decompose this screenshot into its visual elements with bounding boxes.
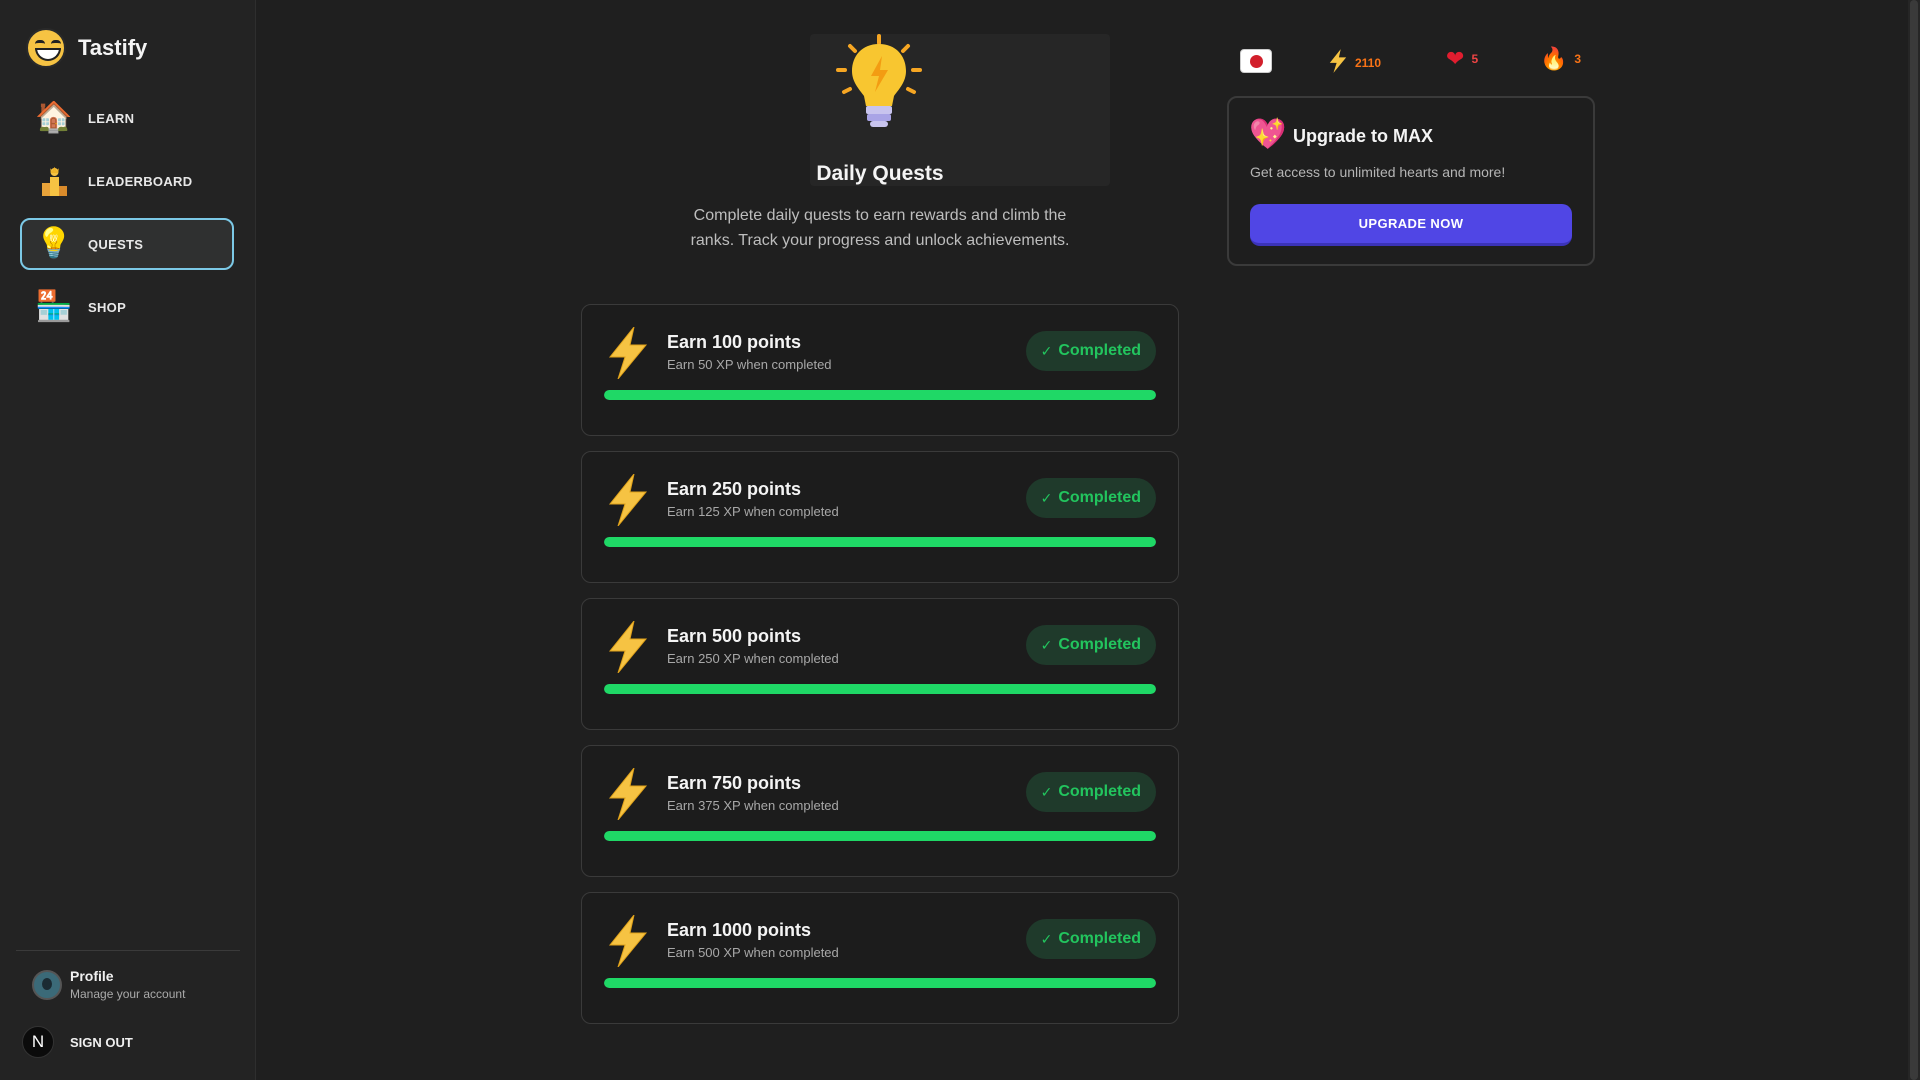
flame-icon: 🔥 bbox=[1540, 46, 1568, 71]
user-stats: 2110 ❤ 5 🔥 3 bbox=[1240, 46, 1600, 76]
sidebar-item-label: SHOP bbox=[88, 299, 127, 315]
progress-bar bbox=[604, 684, 1156, 694]
lightning-icon bbox=[606, 767, 650, 821]
quest-subtitle: Earn 50 XP when completed bbox=[667, 357, 832, 372]
house-icon: 🏠 bbox=[35, 101, 73, 134]
progress-fill bbox=[604, 537, 1156, 547]
points-stat[interactable]: 2110 bbox=[1328, 48, 1381, 78]
status-badge: ✓ Completed bbox=[1025, 919, 1156, 959]
hearts-value: 5 bbox=[1471, 52, 1479, 66]
n-logo-icon: N bbox=[22, 1026, 54, 1058]
brand[interactable]: Tastify bbox=[26, 28, 147, 68]
lightning-icon bbox=[1328, 48, 1348, 78]
streak-value: 3 bbox=[1574, 52, 1582, 66]
check-icon: ✓ bbox=[1040, 930, 1053, 947]
status-badge-label: Completed bbox=[1058, 489, 1141, 506]
lightning-icon bbox=[606, 620, 650, 674]
hearts-stat[interactable]: ❤ 5 bbox=[1446, 48, 1478, 70]
sidebar-item-shop[interactable]: 🏪 SHOP bbox=[20, 281, 234, 333]
check-icon: ✓ bbox=[1040, 636, 1053, 653]
progress-fill bbox=[604, 831, 1156, 841]
progress-bar bbox=[604, 831, 1156, 841]
quest-card: Earn 750 points Earn 375 XP when complet… bbox=[581, 745, 1179, 877]
quest-title: Earn 750 points bbox=[667, 773, 802, 793]
upgrade-button[interactable]: UPGRADE NOW bbox=[1250, 204, 1572, 246]
quest-subtitle: Earn 500 XP when completed bbox=[667, 945, 839, 960]
sidebar-item-learn[interactable]: 🏠 LEARN bbox=[20, 92, 234, 144]
store-icon: 🏪 bbox=[35, 290, 73, 323]
progress-fill bbox=[604, 390, 1156, 400]
page-description: Complete daily quests to earn rewards an… bbox=[690, 207, 1070, 249]
lightning-icon bbox=[606, 473, 650, 527]
sidebar-item-label: QUESTS bbox=[88, 236, 144, 252]
upgrade-description: Get access to unlimited hearts and more! bbox=[1250, 164, 1506, 180]
heart-icon: ❤ bbox=[1446, 46, 1465, 71]
upgrade-title: Upgrade to MAX bbox=[1293, 126, 1434, 146]
scrollbar[interactable] bbox=[1908, 0, 1920, 1080]
lightning-icon bbox=[606, 914, 650, 968]
sidebar-item-quests[interactable]: 💡 QUESTS bbox=[20, 218, 234, 270]
status-badge-label: Completed bbox=[1058, 783, 1141, 800]
page-title: Daily Quests bbox=[816, 162, 944, 185]
logo-icon bbox=[26, 28, 66, 68]
profile-link[interactable]: Profile Manage your account bbox=[32, 968, 185, 1001]
status-badge: ✓ Completed bbox=[1025, 625, 1156, 665]
status-badge-label: Completed bbox=[1058, 636, 1141, 653]
sidebar-item-label: LEARN bbox=[88, 110, 135, 126]
quest-title: Earn 1000 points bbox=[667, 920, 812, 940]
sidebar-item-leaderboard[interactable]: LEADERBOARD bbox=[20, 155, 234, 207]
app-name: Tastify bbox=[78, 35, 148, 60]
status-badge: ✓ Completed bbox=[1025, 772, 1156, 812]
quest-subtitle: Earn 250 XP when completed bbox=[667, 651, 839, 666]
quest-card: Earn 1000 points Earn 500 XP when comple… bbox=[581, 892, 1179, 1024]
status-badge: ✓ Completed bbox=[1025, 331, 1156, 371]
profile-title: Profile bbox=[70, 968, 114, 984]
japan-flag-icon[interactable] bbox=[1240, 49, 1272, 73]
sidebar-item-label: LEADERBOARD bbox=[88, 173, 193, 189]
status-badge: ✓ Completed bbox=[1025, 478, 1156, 518]
sidebar-nav: 🏠 LEARN LEADERBOARD 💡 QUESTS 🏪 SHOP bbox=[20, 92, 234, 344]
check-icon: ✓ bbox=[1040, 783, 1053, 800]
quest-card: Earn 500 points Earn 250 XP when complet… bbox=[581, 598, 1179, 730]
quest-subtitle: Earn 125 XP when completed bbox=[667, 504, 839, 519]
streak-stat[interactable]: 🔥 3 bbox=[1540, 48, 1581, 70]
lightning-icon bbox=[606, 326, 650, 380]
lightbulb-icon bbox=[832, 34, 926, 134]
status-badge-label: Completed bbox=[1058, 342, 1141, 359]
quest-title: Earn 500 points bbox=[667, 626, 802, 646]
progress-bar bbox=[604, 537, 1156, 547]
quest-title: Earn 250 points bbox=[667, 479, 802, 499]
sign-out-label: SIGN OUT bbox=[70, 1034, 133, 1050]
quest-subtitle: Earn 375 XP when completed bbox=[667, 798, 839, 813]
sidebar-divider bbox=[16, 950, 240, 951]
sign-out-button[interactable]: N SIGN OUT bbox=[22, 1026, 133, 1058]
progress-bar bbox=[604, 390, 1156, 400]
points-value: 2110 bbox=[1355, 56, 1382, 70]
check-icon: ✓ bbox=[1040, 489, 1053, 506]
scrollbar-thumb[interactable] bbox=[1910, 0, 1918, 1080]
podium-icon bbox=[36, 163, 72, 199]
quest-card: Earn 250 points Earn 125 XP when complet… bbox=[581, 451, 1179, 583]
avatar bbox=[32, 969, 62, 1000]
lightbulb-icon: 💡 bbox=[35, 227, 73, 260]
check-icon: ✓ bbox=[1040, 342, 1053, 359]
quest-title: Earn 100 points bbox=[667, 332, 802, 352]
sidebar: Tastify 🏠 LEARN LEADERBOARD 💡 QUESTS 🏪 S… bbox=[0, 0, 256, 1080]
progress-fill bbox=[604, 978, 1156, 988]
progress-fill bbox=[604, 684, 1156, 694]
quest-card: Earn 100 points Earn 50 XP when complete… bbox=[581, 304, 1179, 436]
status-badge-label: Completed bbox=[1058, 930, 1141, 947]
profile-subtitle: Manage your account bbox=[70, 987, 186, 1001]
quest-list: Earn 100 points Earn 50 XP when complete… bbox=[581, 304, 1179, 1039]
progress-bar bbox=[604, 978, 1156, 988]
sparkling-heart-icon: 💖 bbox=[1249, 118, 1287, 151]
upgrade-card: 💖 Upgrade to MAX Get access to unlimited… bbox=[1227, 96, 1595, 266]
